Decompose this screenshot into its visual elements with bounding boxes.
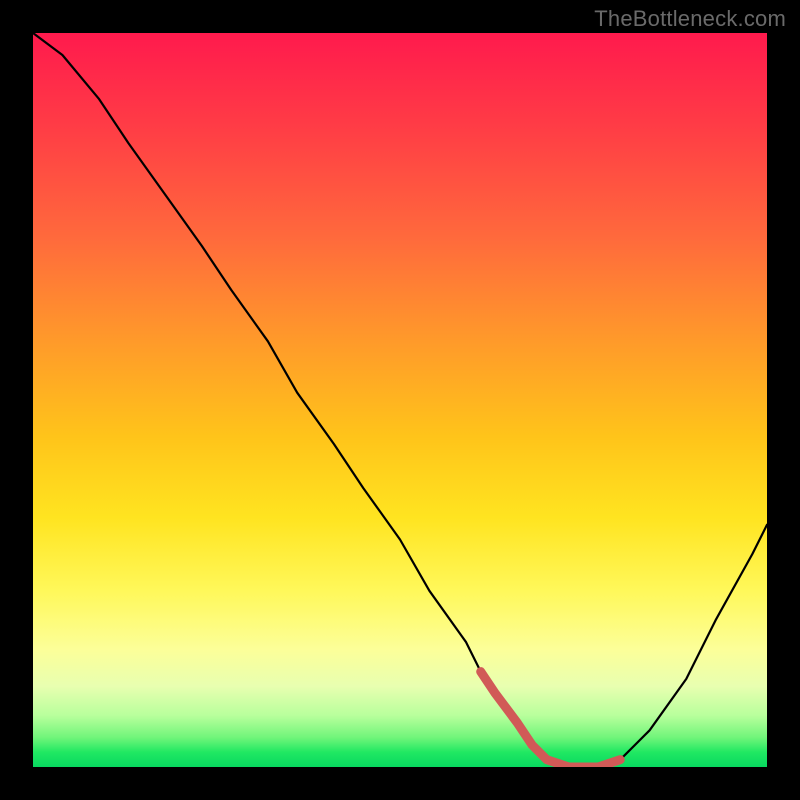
- optimal-highlight: [481, 672, 621, 767]
- bottleneck-curve: [33, 33, 767, 767]
- chart-frame: TheBottleneck.com: [0, 0, 800, 800]
- plot-area: [33, 33, 767, 767]
- curve-path: [33, 33, 767, 767]
- watermark-text: TheBottleneck.com: [594, 6, 786, 32]
